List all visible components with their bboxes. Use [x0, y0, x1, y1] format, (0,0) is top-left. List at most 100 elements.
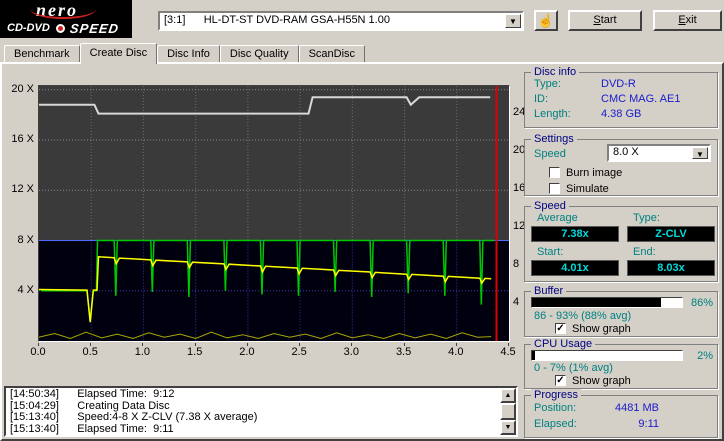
end-speed-display: 8.03x	[627, 260, 715, 276]
hand-pointer-icon: ☝	[537, 13, 555, 28]
disc-info-group: Disc info Type: DVD-R ID: CMC MAG. AE1 L…	[524, 66, 718, 128]
cpu-bar	[531, 350, 683, 361]
x-axis-tick-label: 0.0	[30, 346, 46, 358]
settings-group: Settings Speed 8.0 X ▼ Burn image Simula…	[524, 133, 718, 196]
drive-select-arrow-button[interactable]: ▼	[505, 14, 521, 28]
type-label: Type:	[633, 212, 660, 224]
chart-plot-area	[38, 85, 510, 342]
disc-info-title: Disc info	[531, 66, 580, 78]
left-axis-tick-label: 12 X	[11, 183, 34, 196]
logo-text-speed: SPEED	[68, 21, 121, 36]
tab-bar: Benchmark Create Disc Disc Info Disc Qualit…	[4, 43, 366, 64]
x-axis-tick-label: 1.5	[187, 346, 203, 358]
buffer-show-graph-label: Show graph	[572, 323, 631, 335]
speed-select-value: 8.0 X	[613, 146, 639, 158]
left-axis-tick-label: 20 X	[11, 82, 34, 95]
x-axis-tick	[90, 343, 92, 346]
x-axis-tick	[38, 343, 39, 346]
nero-logo: nero CD-DVD SPEED	[0, 0, 132, 38]
x-axis-tick	[299, 343, 301, 346]
average-label: Average	[537, 212, 578, 224]
x-axis-tick	[351, 343, 353, 346]
tab-disc-quality[interactable]: Disc Quality	[219, 45, 299, 62]
cpu-percent: 2%	[697, 350, 713, 362]
scroll-down-icon: ▼	[504, 424, 512, 431]
right-axis-tick-label: 4	[513, 295, 520, 308]
x-axis-tick	[246, 343, 248, 346]
log-line: [15:13:40] Speed:4-8 X Z-CLV (7.38 X ave…	[10, 411, 258, 423]
chevron-down-icon: ▼	[509, 17, 517, 26]
position-value: 4481 MB	[614, 402, 659, 414]
disc-length-label: Length:	[534, 108, 571, 120]
x-axis-tick	[455, 343, 457, 346]
speed-select-arrow-button[interactable]: ▼	[692, 147, 708, 159]
drive-select-value: [3:1] HL-DT-ST DVD-RAM GSA-H55N 1.00	[164, 14, 390, 26]
x-axis-tick-label: 0.5	[82, 346, 98, 358]
right-axis-tick-label: 8	[513, 257, 520, 270]
disc-type-value: DVD-R	[601, 78, 636, 90]
scroll-up-icon: ▲	[504, 392, 512, 399]
tab-scandisc[interactable]: ScanDisc	[298, 45, 366, 62]
x-axis-tick-label: 4.5	[500, 346, 516, 358]
buffer-bar-fill	[532, 298, 661, 307]
log-line: [14:50:34] Elapsed Time: 9:12	[10, 388, 175, 400]
disc-length-value: 4.38 GB	[601, 108, 642, 120]
write-speed-line	[41, 239, 495, 321]
speed-group-title: Speed	[531, 200, 569, 212]
burn-image-label: Burn image	[566, 167, 623, 179]
speed-group: Speed Average Type: 7.38x Z-CLV Start: E…	[524, 200, 718, 282]
options-button[interactable]: ☝	[534, 10, 558, 31]
buffer-percent: 86%	[690, 297, 713, 309]
average-speed-display: 7.38x	[531, 226, 619, 242]
x-axis-tick-label: 2.0	[239, 346, 255, 358]
disc-icon	[56, 24, 65, 33]
x-axis-tick-label: 4.0	[448, 346, 464, 358]
cpu-title: CPU Usage	[531, 338, 596, 350]
x-axis-tick	[508, 343, 509, 346]
log-scrollbar[interactable]: ▲ ▼	[500, 388, 516, 435]
left-axis-tick-label: 8 X	[17, 233, 34, 246]
x-axis-tick-label: 3.0	[343, 346, 359, 358]
x-axis-tick-label: 2.5	[291, 346, 307, 358]
scroll-down-button[interactable]: ▼	[500, 420, 516, 435]
buffer-title: Buffer	[531, 285, 567, 297]
log-listbox: [14:50:34] Elapsed Time: 9:12 [15:04:29] …	[4, 386, 518, 437]
disc-id-label: ID:	[534, 93, 549, 105]
start-speed-display: 4.01x	[531, 260, 619, 276]
rotation-speed-line	[38, 256, 492, 323]
simulate-checkbox[interactable]	[549, 183, 560, 194]
cpu-usage-line	[38, 331, 492, 340]
log-lines: [14:50:34] Elapsed Time: 9:12 [15:04:29] …	[6, 388, 500, 435]
buffer-range: 86 - 93% (88% avg)	[534, 310, 632, 322]
exit-button[interactable]: Exit	[653, 10, 722, 31]
progress-title: Progress	[531, 389, 582, 401]
x-axis-tick-label: 1.0	[134, 346, 151, 358]
end-speed-label: End:	[633, 246, 656, 258]
burn-image-checkbox[interactable]	[549, 167, 560, 178]
left-axis-tick-label: 16 X	[11, 133, 34, 145]
log-line: [15:13:40] Elapsed Time: 9:11	[10, 422, 174, 435]
chevron-down-icon: ▼	[696, 150, 704, 159]
speed-select[interactable]: 8.0 X ▼	[607, 144, 711, 162]
buffer-show-graph-checkbox[interactable]: ✓	[555, 323, 566, 334]
speed-setting-label: Speed	[534, 148, 566, 160]
start-speed-label: Start:	[537, 246, 564, 258]
logo-text-cddvd: CD-DVD	[7, 22, 50, 34]
progress-group: Progress Position: 4481 MB Elapsed: 9:11	[524, 389, 718, 438]
start-button-label: Start	[593, 14, 617, 26]
disc-id-value: CMC MAG. AE1	[601, 93, 681, 105]
cpu-show-graph-checkbox[interactable]: ✓	[555, 375, 566, 386]
tab-disc-info[interactable]: Disc Info	[157, 45, 220, 62]
drive-select[interactable]: [3:1] HL-DT-ST DVD-RAM GSA-H55N 1.00 ▼	[158, 11, 524, 31]
tab-create-disc[interactable]: Create Disc	[79, 43, 158, 64]
start-button[interactable]: Start	[568, 10, 642, 31]
tab-benchmark[interactable]: Benchmark	[4, 45, 80, 62]
scrollbar-thumb[interactable]	[500, 403, 516, 420]
cpu-range: 0 - 7% (1% avg)	[534, 362, 613, 374]
write-type-display: Z-CLV	[627, 226, 715, 242]
scroll-up-button[interactable]: ▲	[500, 388, 516, 403]
x-axis-tick	[403, 343, 405, 346]
position-label: Position:	[534, 402, 577, 414]
cpu-bar-fill	[532, 351, 535, 360]
x-axis-tick	[194, 343, 196, 346]
